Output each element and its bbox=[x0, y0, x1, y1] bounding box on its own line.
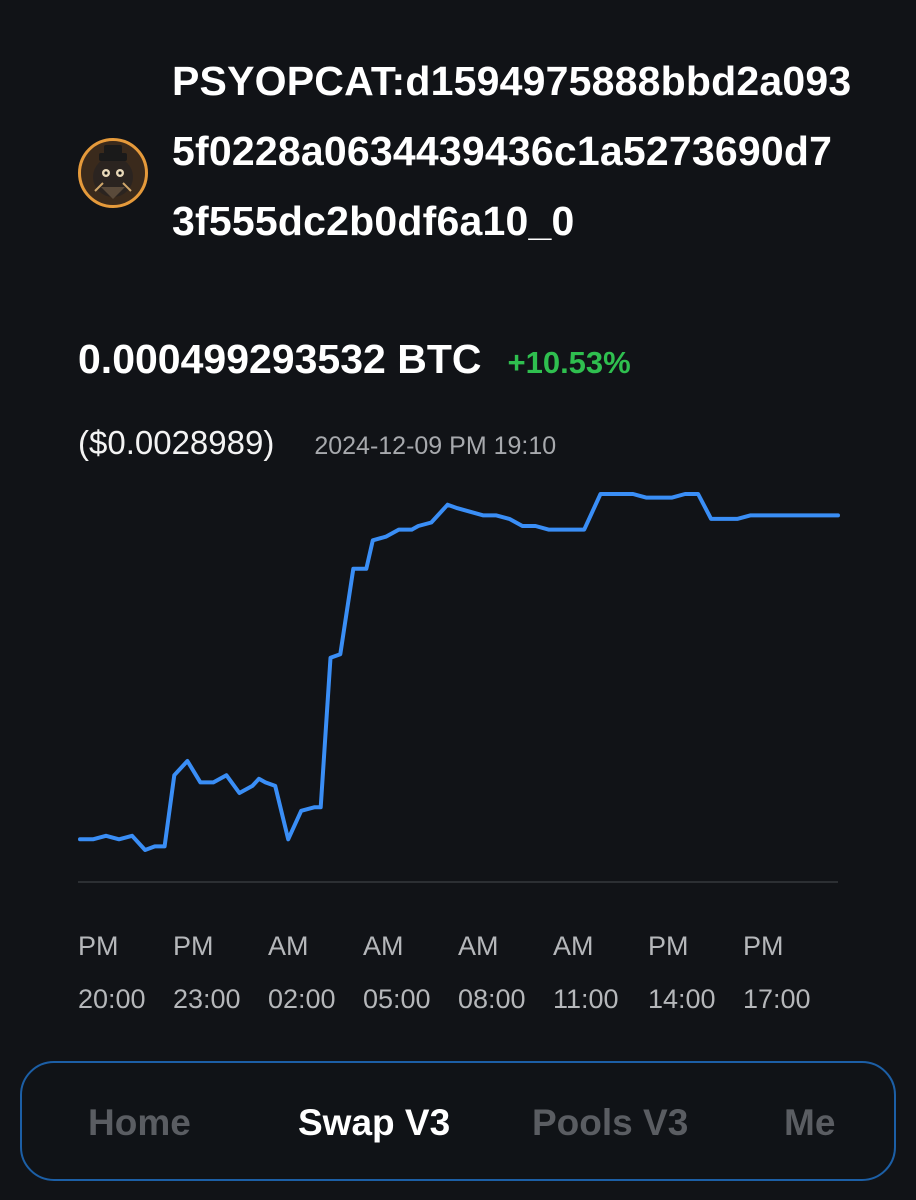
price-chart[interactable] bbox=[0, 470, 916, 910]
price-sub-row: ($0.0028989) 2024-12-09 PM 19:10 bbox=[78, 424, 556, 462]
x-tick-label: AM 05:00 bbox=[363, 920, 453, 1026]
x-tick-period: PM bbox=[173, 931, 214, 961]
usd-price: ($0.0028989) bbox=[78, 424, 275, 461]
x-tick-label: PM 20:00 bbox=[78, 920, 168, 1026]
x-tick-time: 02:00 bbox=[268, 984, 336, 1014]
price-line-series bbox=[78, 492, 840, 852]
x-tick-label: PM 14:00 bbox=[648, 920, 738, 1026]
x-tick-period: AM bbox=[553, 931, 594, 961]
x-tick-period: PM bbox=[78, 931, 119, 961]
x-tick-label: PM 17:00 bbox=[743, 920, 833, 1026]
x-tick-time: 11:00 bbox=[553, 984, 619, 1014]
token-name: PSYOPCAT:d1594975888bbd2a0935f0228a06344… bbox=[172, 58, 852, 244]
nav-home-tab[interactable]: Home bbox=[88, 1063, 191, 1179]
x-tick-period: AM bbox=[458, 931, 499, 961]
x-tick-period: PM bbox=[648, 931, 689, 961]
price-timestamp: 2024-12-09 PM 19:10 bbox=[314, 432, 557, 460]
x-tick-time: 05:00 bbox=[363, 984, 431, 1014]
token-header: PSYOPCAT:d1594975888bbd2a0935f0228a06344… bbox=[0, 0, 916, 310]
x-tick-period: AM bbox=[268, 931, 309, 961]
x-tick-period: AM bbox=[363, 931, 404, 961]
x-tick-time: 17:00 bbox=[743, 984, 811, 1014]
bottom-nav-bar: Home Swap V3 Pools V3 Me bbox=[20, 1061, 896, 1181]
x-tick-period: PM bbox=[743, 931, 784, 961]
x-tick-label: PM 23:00 bbox=[173, 920, 263, 1026]
x-tick-label: AM 02:00 bbox=[268, 920, 358, 1026]
x-tick-label: AM 08:00 bbox=[458, 920, 548, 1026]
nav-swap-v3-tab[interactable]: Swap V3 bbox=[298, 1063, 450, 1179]
price-chart-svg[interactable] bbox=[0, 470, 916, 910]
nav-me-tab[interactable]: Me bbox=[784, 1063, 835, 1179]
x-tick-time: 14:00 bbox=[648, 984, 716, 1014]
nav-pools-v3-tab[interactable]: Pools V3 bbox=[532, 1063, 688, 1179]
x-tick-label: AM 11:00 bbox=[553, 920, 643, 1026]
x-tick-time: 20:00 bbox=[78, 984, 146, 1014]
x-tick-time: 08:00 bbox=[458, 984, 526, 1014]
avatar-graphic bbox=[81, 141, 145, 205]
price-row: 0.000499293532 BTC +10.53% bbox=[78, 336, 631, 383]
btc-price: 0.000499293532 BTC bbox=[78, 336, 482, 382]
x-axis-tick-labels: PM 20:00 PM 23:00 AM 02:00 AM 05:00 AM 08:00 AM 11:… bbox=[0, 920, 916, 1020]
price-change-badge: +10.53% bbox=[507, 345, 631, 380]
x-tick-time: 23:00 bbox=[173, 984, 241, 1014]
psyopcat-avatar-icon bbox=[78, 138, 148, 208]
